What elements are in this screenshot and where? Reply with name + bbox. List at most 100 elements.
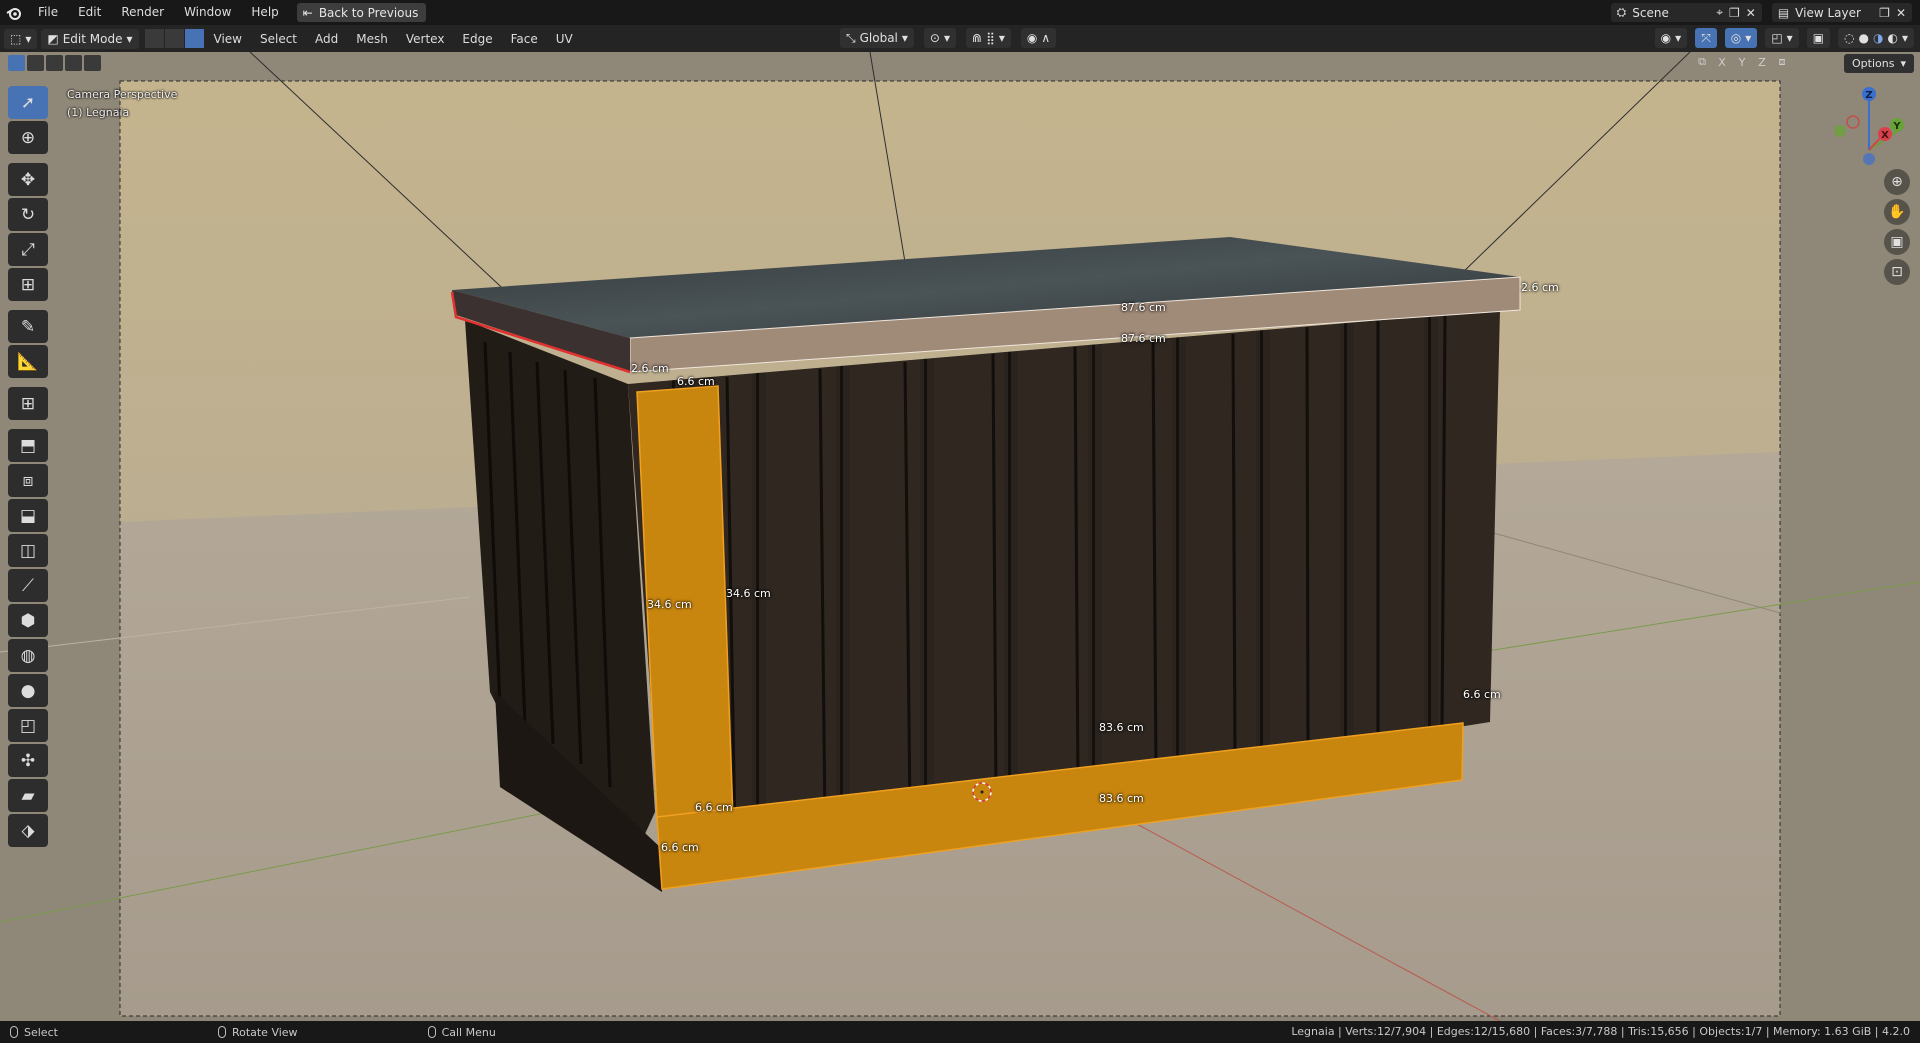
menu-view[interactable]: View	[205, 32, 251, 46]
mesh-overlay-button[interactable]: ◰ ▾	[1765, 28, 1799, 48]
shading-modes[interactable]: ◌ ● ◑ ◐ ▾	[1838, 28, 1914, 48]
zoom-icon[interactable]: ⊕	[1884, 169, 1910, 195]
poly-build-tool[interactable]: ⬢	[8, 604, 48, 637]
move-icon: ✥	[20, 169, 36, 190]
select-subtract-icon[interactable]	[46, 55, 63, 71]
view-layer-selector[interactable]: ▤ View Layer ❐ ✕	[1771, 3, 1912, 22]
pivot-point-button[interactable]: ⊙ ▾	[923, 28, 957, 48]
select-new-icon[interactable]	[8, 55, 25, 71]
edge-slide-tool[interactable]: ◰	[8, 709, 48, 742]
bevel-tool[interactable]: ⬓	[8, 499, 48, 532]
smooth-tool[interactable]: ●	[8, 674, 48, 707]
rotate-tool[interactable]: ↻	[8, 198, 48, 231]
auto-merge-icon[interactable]: ⧈	[1774, 55, 1790, 69]
axis-z-toggle[interactable]: Z	[1754, 56, 1770, 69]
menu-render[interactable]: Render	[111, 0, 174, 25]
rip-region-tool[interactable]: ⬗	[8, 814, 48, 847]
select-intersect-icon[interactable]	[84, 55, 101, 71]
back-icon: ⇤	[302, 5, 313, 20]
chevron-down-icon: ▾	[1900, 57, 1906, 70]
pivot-icon: ⊙	[929, 31, 940, 45]
overlay-toggle[interactable]: ◎ ▾	[1724, 28, 1758, 48]
camera-perspective-label: Camera Perspective	[67, 88, 178, 101]
transform-orientation-selector[interactable]: ⤡ Global ▾	[840, 28, 914, 48]
view-layer-icon: ▤	[1777, 5, 1790, 20]
inset-tool[interactable]: ⧈	[8, 464, 48, 497]
chevron-down-icon: ▾	[1786, 31, 1793, 45]
blender-logo-icon[interactable]	[0, 0, 28, 25]
axis-x-toggle[interactable]: X	[1714, 56, 1730, 69]
close-scene-icon[interactable]: ✕	[1746, 6, 1756, 20]
scene-selector[interactable]: ⛭ Scene ⌖ ❐ ✕	[1610, 3, 1762, 22]
transform-tool[interactable]: ⊞	[8, 268, 48, 301]
mode-selector[interactable]: ◩ Edit Mode ▾	[41, 28, 139, 49]
viewport-scene: Z Y X	[0, 52, 1920, 1021]
material-shading-icon[interactable]: ◑	[1873, 31, 1883, 45]
cursor-arrow-icon: ➚	[20, 92, 36, 113]
menu-file[interactable]: File	[28, 0, 68, 25]
falloff-icon: ∧	[1041, 31, 1051, 45]
new-view-layer-icon[interactable]: ❐	[1879, 6, 1890, 20]
extrude-tool[interactable]: ⬒	[8, 429, 48, 462]
measure-leg-bottom-depth: 6.6 cm	[661, 841, 699, 854]
lock-camera-icon[interactable]: ⊡	[1884, 259, 1910, 285]
mirror-icon[interactable]: ⧉	[1694, 55, 1710, 69]
edge-select-icon[interactable]	[164, 29, 184, 48]
rendered-shading-icon[interactable]: ◐	[1887, 31, 1897, 45]
measure-leg-top-width: 6.6 cm	[677, 375, 715, 388]
options-dropdown[interactable]: Options ▾	[1844, 54, 1914, 73]
face-select-icon[interactable]	[184, 29, 204, 48]
select-extend-icon[interactable]	[27, 55, 44, 71]
shear-tool[interactable]: ▰	[8, 779, 48, 812]
measure-tool[interactable]: 📐	[8, 345, 48, 378]
pin-icon[interactable]: ⌖	[1716, 5, 1723, 20]
select-mode-toggle[interactable]	[144, 29, 205, 48]
editor-type-button[interactable]: ⬚ ▾	[4, 28, 38, 49]
add-cube-tool[interactable]: ⊞	[8, 387, 48, 420]
new-scene-icon[interactable]: ❐	[1729, 6, 1740, 20]
3d-viewport[interactable]: Z Y X Camera Perspective (1) Legnaia 87.…	[0, 52, 1920, 1021]
pan-hand-icon[interactable]: ✋	[1884, 199, 1910, 225]
measure-lid-thickness-right: 2.6 cm	[1521, 281, 1559, 294]
selection-box-modes	[8, 55, 101, 71]
knife-tool[interactable]: ⟋	[8, 569, 48, 602]
scale-tool[interactable]: ⤢	[8, 233, 48, 266]
gizmo-toggle[interactable]: ⤧	[1695, 28, 1717, 48]
menu-face[interactable]: Face	[502, 32, 547, 46]
viewport-header: ⬚ ▾ ◩ Edit Mode ▾ View Select Add Mesh Ve…	[0, 25, 1920, 52]
xray-toggle[interactable]: ▣	[1806, 28, 1831, 48]
menu-uv[interactable]: UV	[547, 32, 582, 46]
solid-shading-icon[interactable]: ●	[1859, 31, 1869, 45]
menu-window[interactable]: Window	[174, 0, 241, 25]
menu-vertex[interactable]: Vertex	[397, 32, 454, 46]
menu-help[interactable]: Help	[241, 0, 288, 25]
move-tool[interactable]: ✥	[8, 163, 48, 196]
annotate-tool[interactable]: ✎	[8, 310, 48, 343]
knife-icon: ⟋	[22, 575, 34, 596]
camera-view-icon[interactable]: ▣	[1884, 229, 1910, 255]
menu-edit[interactable]: Edit	[68, 0, 111, 25]
menu-mesh[interactable]: Mesh	[347, 32, 397, 46]
loop-cut-tool[interactable]: ◫	[8, 534, 48, 567]
back-to-previous-button[interactable]: ⇤ Back to Previous	[296, 3, 427, 22]
spin-tool[interactable]: ◍	[8, 639, 48, 672]
shrink-fatten-tool[interactable]: ✣	[8, 744, 48, 777]
spin-icon: ◍	[20, 645, 36, 666]
extrude-icon: ⬒	[19, 435, 37, 456]
proportional-edit-button[interactable]: ◉ ∧	[1020, 28, 1057, 48]
vertex-select-icon[interactable]	[144, 29, 164, 48]
close-view-layer-icon[interactable]: ✕	[1896, 6, 1906, 20]
chevron-down-icon: ▾	[1745, 31, 1752, 45]
select-invert-icon[interactable]	[65, 55, 82, 71]
wireframe-shading-icon[interactable]: ◌	[1844, 31, 1854, 45]
menu-select[interactable]: Select	[251, 32, 306, 46]
select-box-tool[interactable]: ➚	[8, 86, 48, 119]
cursor-tool[interactable]: ⊕	[8, 121, 48, 154]
snap-button[interactable]: ⋒ ⣿ ▾	[966, 28, 1011, 48]
visibility-button[interactable]: ◉ ▾	[1654, 28, 1688, 48]
menu-edge[interactable]: Edge	[453, 32, 501, 46]
menu-add[interactable]: Add	[306, 32, 347, 46]
axis-y-toggle[interactable]: Y	[1734, 56, 1750, 69]
measure-base-length-lower: 83.6 cm	[1099, 792, 1144, 805]
loop-cut-icon: ◫	[19, 540, 37, 561]
